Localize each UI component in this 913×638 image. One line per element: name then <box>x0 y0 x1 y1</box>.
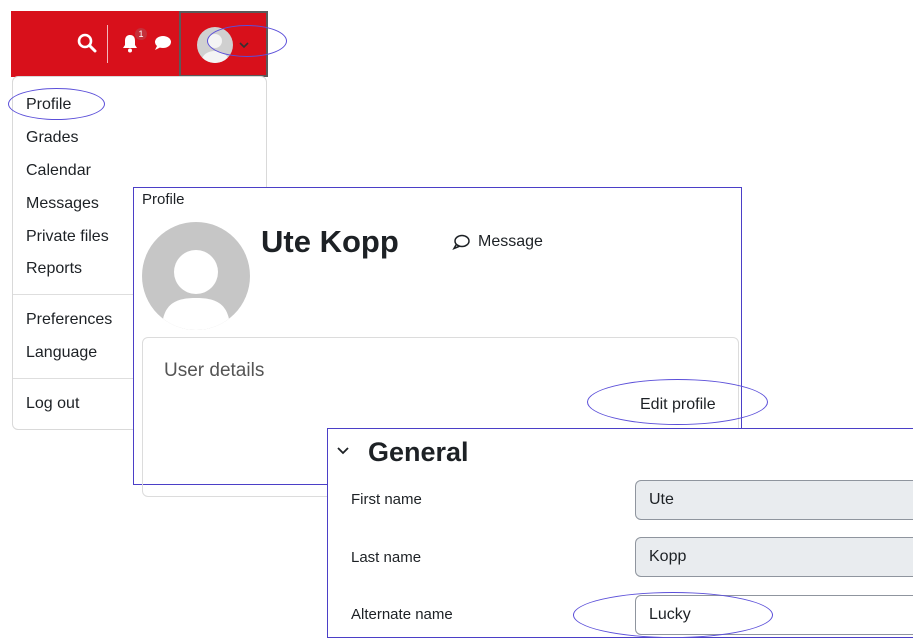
first-name-field[interactable] <box>635 480 913 520</box>
menu-item-grades[interactable]: Grades <box>26 129 78 147</box>
menu-item-messages[interactable]: Messages <box>26 195 99 213</box>
menu-item-preferences[interactable]: Preferences <box>26 311 112 329</box>
chevron-down-icon[interactable] <box>336 446 350 456</box>
user-fullname: Ute Kopp <box>261 224 399 259</box>
menu-item-reports[interactable]: Reports <box>26 260 82 278</box>
last-name-field[interactable] <box>635 537 913 577</box>
user-menu-toggle[interactable] <box>179 11 268 77</box>
user-silhouette-icon <box>162 250 230 330</box>
general-section-panel: General First name Last name Alternate n… <box>327 428 913 638</box>
alternate-name-label: Alternate name <box>351 606 453 623</box>
last-name-label: Last name <box>351 549 422 566</box>
alternate-name-field[interactable] <box>635 595 913 635</box>
nav-divider <box>107 25 108 63</box>
search-icon[interactable] <box>77 33 97 53</box>
menu-item-calendar[interactable]: Calendar <box>26 162 91 180</box>
menu-item-private-files[interactable]: Private files <box>26 228 109 246</box>
chat-icon[interactable] <box>154 35 172 51</box>
user-silhouette-icon <box>202 34 228 63</box>
menu-item-language[interactable]: Language <box>26 344 97 362</box>
card-title: User details <box>164 360 265 381</box>
notification-badge: 1 <box>135 28 147 40</box>
top-navbar: 1 <box>11 11 268 77</box>
message-label: Message <box>478 233 543 250</box>
menu-item-log-out[interactable]: Log out <box>26 395 79 413</box>
edit-profile-link[interactable]: Edit profile <box>640 396 716 414</box>
chevron-down-icon <box>239 42 249 49</box>
message-icon <box>452 234 470 250</box>
menu-item-profile[interactable]: Profile <box>26 96 71 114</box>
profile-avatar <box>142 222 250 330</box>
avatar <box>197 27 233 63</box>
panel-title: Profile <box>142 191 185 208</box>
message-button[interactable]: Message <box>452 233 543 251</box>
first-name-label: First name <box>351 491 422 508</box>
section-title: General <box>368 437 469 467</box>
